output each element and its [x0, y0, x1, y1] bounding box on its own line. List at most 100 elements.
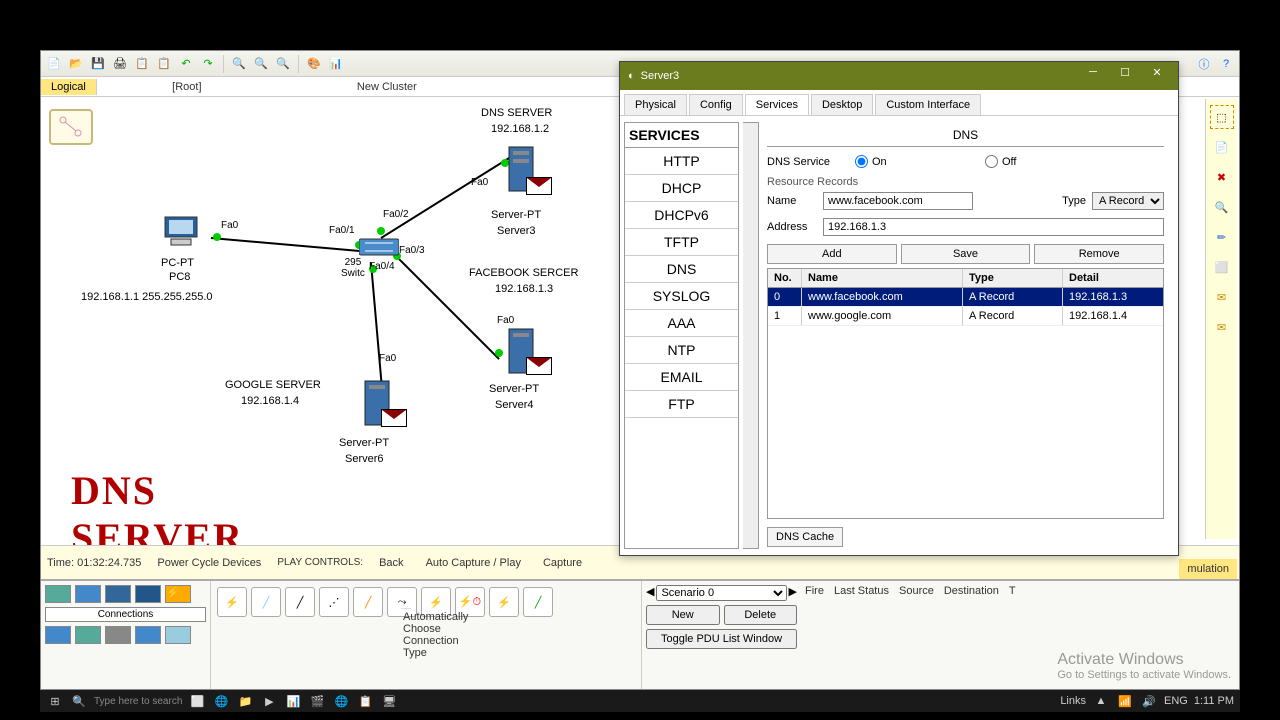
col-name[interactable]: Name: [802, 269, 963, 287]
palette-icon[interactable]: 🎨: [305, 55, 323, 73]
resize-tool-icon[interactable]: ⬜: [1210, 255, 1234, 279]
wireless-category-icon[interactable]: [135, 585, 161, 603]
close-button[interactable]: ✕: [1144, 66, 1170, 86]
taskview-icon[interactable]: ⬜: [188, 693, 206, 709]
pdu-envelope-icon[interactable]: [526, 357, 552, 375]
auto-capture-button[interactable]: Auto Capture / Play: [420, 556, 527, 570]
language-indicator[interactable]: ENG: [1164, 695, 1188, 707]
serial-dte-icon[interactable]: ⚡: [489, 587, 519, 617]
col-no[interactable]: No.: [768, 269, 802, 287]
save-button[interactable]: Save: [901, 244, 1031, 264]
search-icon[interactable]: 🔍: [70, 693, 88, 709]
auto-cable-icon[interactable]: ⚡: [217, 587, 247, 617]
enddevice-icon[interactable]: [45, 626, 71, 644]
pdu-envelope-icon[interactable]: [526, 177, 552, 195]
navigation-box[interactable]: [49, 109, 93, 145]
table-row[interactable]: 1 www.google.com A Record 192.168.1.4: [768, 307, 1163, 326]
straight-cable-icon[interactable]: ╱: [285, 587, 315, 617]
tab-services[interactable]: Services: [745, 94, 809, 115]
minimize-button[interactable]: ─: [1080, 66, 1106, 86]
col-type[interactable]: Type: [963, 269, 1063, 287]
app-icon[interactable]: 🖥: [380, 693, 398, 709]
links-label[interactable]: Links: [1060, 695, 1086, 707]
scenario-select[interactable]: Scenario 0: [656, 585, 786, 601]
complex-pdu-icon[interactable]: ✉: [1210, 315, 1234, 339]
scenario-new-button[interactable]: New: [646, 605, 720, 625]
service-ntp[interactable]: NTP: [625, 337, 738, 364]
service-ftp[interactable]: FTP: [625, 391, 738, 418]
app-icon[interactable]: 📁: [236, 693, 254, 709]
undo-icon[interactable]: ↶: [177, 55, 195, 73]
inspect-tool-icon[interactable]: 🔍: [1210, 195, 1234, 219]
tab-physical[interactable]: Physical: [624, 94, 687, 115]
scenario-nav-icon[interactable]: ▶: [789, 585, 797, 601]
search-placeholder[interactable]: Type here to search: [94, 696, 182, 707]
redo-icon[interactable]: ↷: [199, 55, 217, 73]
octal-cable-icon[interactable]: ╱: [523, 587, 553, 617]
start-icon[interactable]: ⊞: [46, 693, 64, 709]
pc-device-icon[interactable]: [161, 215, 201, 247]
network-icon[interactable]: 📶: [1116, 693, 1134, 709]
add-button[interactable]: Add: [767, 244, 897, 264]
router-category-icon[interactable]: [45, 585, 71, 603]
info-icon[interactable]: ⓘ: [1195, 55, 1213, 73]
draw-tool-icon[interactable]: ✏: [1210, 225, 1234, 249]
open-icon[interactable]: 📂: [67, 55, 85, 73]
help-icon[interactable]: ?: [1217, 55, 1235, 73]
address-input[interactable]: [823, 218, 1164, 236]
type-select[interactable]: A Record: [1092, 192, 1164, 210]
switch-device-icon[interactable]: [359, 235, 399, 259]
wan-icon[interactable]: [75, 626, 101, 644]
app-icon[interactable]: 📊: [284, 693, 302, 709]
app-icon[interactable]: 📋: [356, 693, 374, 709]
breadcrumb-root[interactable]: [Root]: [97, 79, 277, 95]
multiuser-icon[interactable]: [135, 626, 161, 644]
dns-cache-button[interactable]: DNS Cache: [767, 527, 843, 547]
switch-category-icon[interactable]: [75, 585, 101, 603]
service-email[interactable]: EMAIL: [625, 364, 738, 391]
tab-desktop[interactable]: Desktop: [811, 94, 873, 115]
name-input[interactable]: [823, 192, 973, 210]
tab-config[interactable]: Config: [689, 94, 743, 115]
hub-category-icon[interactable]: [105, 585, 131, 603]
pdu-envelope-icon[interactable]: [381, 409, 407, 427]
simulation-tab[interactable]: mulation: [1179, 559, 1237, 579]
maximize-button[interactable]: ☐: [1112, 66, 1138, 86]
volume-icon[interactable]: 🔊: [1140, 693, 1158, 709]
zoom-reset-icon[interactable]: 🔍: [252, 55, 270, 73]
power-cycle-button[interactable]: Power Cycle Devices: [151, 556, 267, 570]
select-tool-icon[interactable]: ⬚: [1210, 105, 1234, 129]
service-syslog[interactable]: SYSLOG: [625, 283, 738, 310]
simple-pdu-icon[interactable]: ✉: [1210, 285, 1234, 309]
app-icon[interactable]: 🌐: [212, 693, 230, 709]
dns-on-radio[interactable]: On: [855, 155, 935, 168]
note-tool-icon[interactable]: 📄: [1210, 135, 1234, 159]
table-row[interactable]: 0 www.facebook.com A Record 192.168.1.3: [768, 288, 1163, 307]
clock[interactable]: 1:11 PM: [1194, 695, 1234, 707]
new-cluster-button[interactable]: New Cluster: [277, 79, 497, 95]
save-icon[interactable]: 💾: [89, 55, 107, 73]
services-scrollbar[interactable]: [743, 122, 759, 549]
tab-logical[interactable]: Logical: [41, 79, 97, 95]
cloud-icon[interactable]: [165, 626, 191, 644]
app-icon[interactable]: ▶: [260, 693, 278, 709]
console-cable-icon[interactable]: ╱: [251, 587, 281, 617]
scenario-nav-icon[interactable]: ◀: [646, 585, 654, 601]
app-icon[interactable]: 🎬: [308, 693, 326, 709]
window-titlebar[interactable]: ◐ Server3 ─ ☐ ✕: [620, 62, 1178, 90]
tray-icon[interactable]: ▲: [1092, 693, 1110, 709]
zoom-out-icon[interactable]: 🔍: [274, 55, 292, 73]
dns-off-radio[interactable]: Off: [985, 155, 1065, 168]
service-tftp[interactable]: TFTP: [625, 229, 738, 256]
custom-device-icon[interactable]: 📊: [327, 55, 345, 73]
back-button[interactable]: Back: [373, 556, 409, 570]
service-http[interactable]: HTTP: [625, 148, 738, 175]
toggle-pdu-button[interactable]: Toggle PDU List Window: [646, 629, 797, 649]
copy-icon[interactable]: 📋: [133, 55, 151, 73]
paste-icon[interactable]: 📋: [155, 55, 173, 73]
service-dns[interactable]: DNS: [625, 256, 738, 283]
new-file-icon[interactable]: 📄: [45, 55, 63, 73]
remove-button[interactable]: Remove: [1034, 244, 1164, 264]
print-icon[interactable]: 🖨: [111, 55, 129, 73]
service-dhcpv6[interactable]: DHCPv6: [625, 202, 738, 229]
